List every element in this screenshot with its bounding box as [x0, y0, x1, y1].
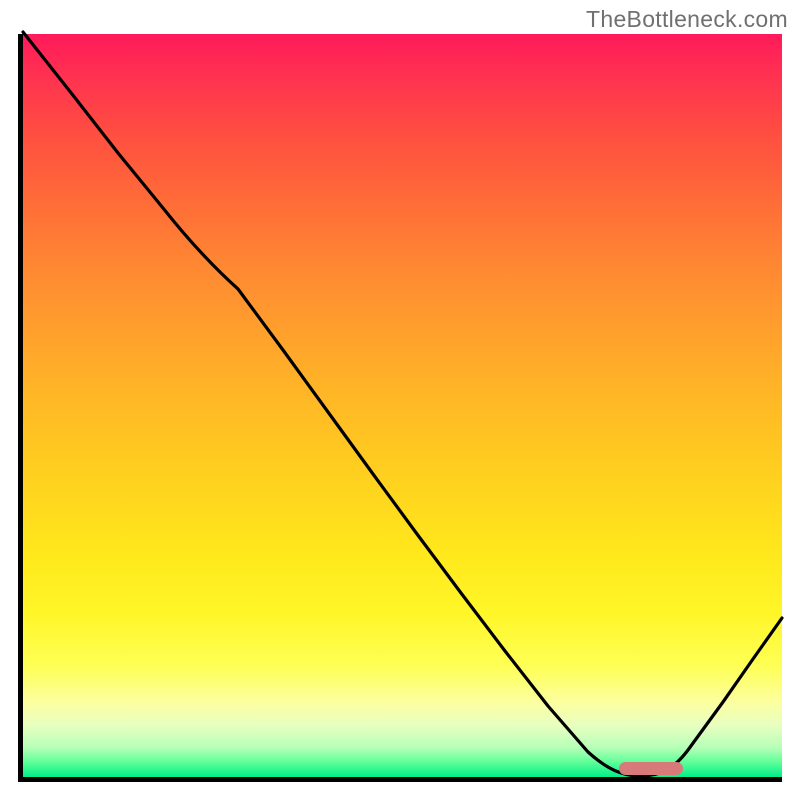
- chart-container: TheBottleneck.com: [0, 0, 800, 800]
- curve-svg: [23, 34, 782, 777]
- watermark-text: TheBottleneck.com: [586, 6, 788, 33]
- plot-area: [18, 34, 782, 782]
- bottleneck-curve: [23, 32, 782, 776]
- optimal-range-marker: [619, 762, 683, 775]
